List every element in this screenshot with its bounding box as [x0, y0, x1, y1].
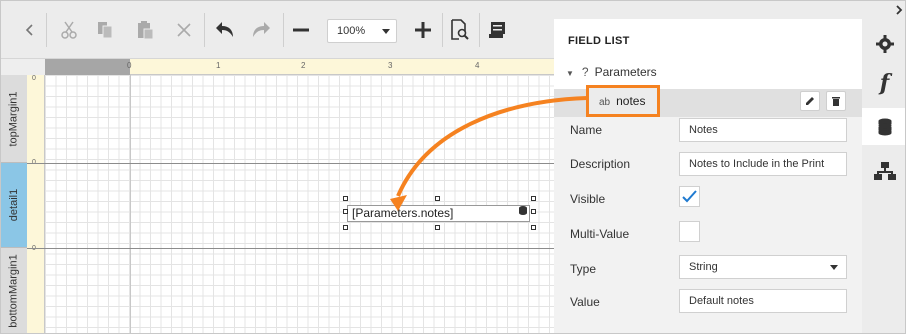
band-detail[interactable]: detail1: [1, 163, 27, 248]
resize-handle[interactable]: [531, 209, 536, 214]
chevron-down-icon: [382, 29, 390, 34]
delete-icon[interactable]: [171, 17, 197, 43]
ruler-tick: 2: [301, 61, 306, 70]
zoom-value: 100%: [337, 25, 366, 37]
field-expression: [Parameters.notes]: [352, 206, 454, 220]
name-field[interactable]: Notes: [679, 118, 847, 142]
toolbar-separator: [283, 13, 284, 47]
redo-icon[interactable]: [249, 17, 275, 43]
trash-icon: [832, 97, 840, 106]
undo-icon[interactable]: [211, 17, 237, 43]
gear-icon[interactable]: [862, 25, 905, 62]
hierarchy-icon[interactable]: [862, 152, 905, 189]
paste-icon[interactable]: [132, 17, 158, 43]
band-top-margin[interactable]: topMargin1: [1, 75, 27, 163]
copy-icon[interactable]: [92, 17, 118, 43]
band-label: bottomMargin1: [8, 254, 20, 328]
zoom-out-icon[interactable]: [288, 17, 314, 43]
value-label: Value: [570, 295, 600, 309]
band-separator[interactable]: [27, 248, 554, 249]
toolbar-separator: [204, 13, 205, 47]
notes-text-control[interactable]: [Parameters.notes]: [347, 205, 530, 222]
ruler-corner: [1, 59, 45, 75]
right-sidebar: f: [862, 1, 905, 333]
parameter-icon: ?: [581, 65, 589, 79]
band-label: topMargin1: [8, 90, 21, 147]
type-select[interactable]: String: [679, 255, 847, 279]
group-label: Parameters: [594, 65, 657, 79]
toolbar-separator: [479, 13, 480, 47]
description-label: Description: [570, 157, 631, 171]
cut-icon[interactable]: [56, 17, 82, 43]
parameters-group[interactable]: ▼? Parameters: [566, 65, 657, 79]
band-label: detail1: [8, 188, 21, 222]
ruler-margin: [45, 59, 130, 75]
ruler-tick: 3: [388, 61, 393, 70]
field-list-header: FIELD LIST ▼? Parameters: [554, 19, 862, 89]
resize-handle[interactable]: [435, 225, 440, 230]
checkmark-icon: [682, 190, 697, 203]
chevron-down-icon: [830, 265, 838, 270]
edit-button[interactable]: [800, 91, 820, 111]
name-label: Name: [570, 123, 603, 137]
ruler-tick: 0: [127, 61, 132, 70]
resize-handle[interactable]: [531, 225, 536, 230]
ruler-tick: 4: [475, 61, 480, 70]
description-field[interactable]: Notes to Include in the Print: [679, 152, 847, 176]
delete-button[interactable]: [826, 91, 846, 111]
resize-handle[interactable]: [343, 225, 348, 230]
collapse-icon[interactable]: [895, 4, 903, 18]
visible-checkbox[interactable]: [679, 186, 700, 207]
band-separator[interactable]: [27, 163, 554, 164]
parameter-item-notes[interactable]: ab notes: [586, 85, 660, 117]
preview-icon[interactable]: [447, 17, 473, 43]
database-icon: [519, 204, 527, 215]
zoom-select[interactable]: 100%: [327, 19, 397, 43]
expand-icon[interactable]: ▼: [566, 69, 574, 78]
resize-handle[interactable]: [343, 209, 348, 214]
report-designer: 100% 0 1 2 3 4 0 0 0 topMa: [0, 0, 906, 334]
back-icon[interactable]: [17, 17, 43, 43]
resize-handle[interactable]: [531, 196, 536, 201]
resize-handle[interactable]: [435, 196, 440, 201]
ruler-tick: 1: [216, 61, 221, 70]
multivalue-checkbox[interactable]: [679, 221, 700, 242]
toolbar-separator: [46, 13, 47, 47]
database-icon[interactable]: [862, 108, 905, 145]
type-value: String: [689, 261, 718, 273]
parameter-name: notes: [616, 94, 646, 108]
design-surface: 0 1 2 3 4 0 0 0 topMargin1 detail1 botto…: [1, 59, 554, 333]
ruler-top: 0 1 2 3 4: [45, 59, 554, 75]
function-icon[interactable]: f: [862, 64, 905, 101]
band-labels: topMargin1 detail1 bottomMargin1: [1, 75, 27, 333]
resize-handle[interactable]: [343, 196, 348, 201]
type-label: Type: [570, 262, 597, 276]
toolbar: 100%: [1, 1, 554, 59]
ruler-left: 0 0 0: [27, 75, 45, 333]
band-bottom-margin[interactable]: bottomMargin1: [1, 248, 27, 333]
script-icon[interactable]: [485, 17, 511, 43]
value-field[interactable]: Default notes: [679, 289, 847, 313]
multivalue-label: Multi-Value: [570, 227, 630, 241]
zoom-in-icon[interactable]: [410, 17, 436, 43]
visible-label: Visible: [570, 192, 606, 206]
panel-title: FIELD LIST: [568, 35, 630, 47]
string-type-icon: ab: [599, 97, 611, 108]
toolbar-separator: [442, 13, 443, 47]
pencil-icon: [806, 97, 814, 105]
field-list-panel: FIELD LIST ▼? Parameters ab notes Name Not…: [554, 19, 862, 333]
panel-top-strip: [554, 1, 905, 19]
ruler-tick: 0: [32, 75, 36, 82]
margin-line: [130, 75, 131, 333]
